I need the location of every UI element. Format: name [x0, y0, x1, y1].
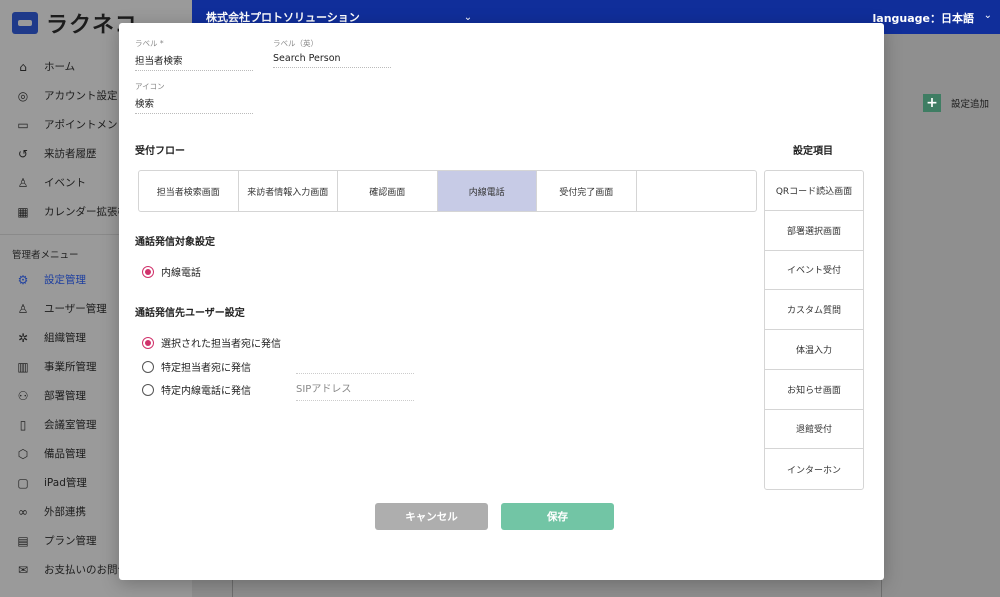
language-selector[interactable]: language：日本語 [873, 10, 975, 26]
link-icon: ∞ [18, 504, 28, 519]
settings-item-event[interactable]: イベント受付 [765, 251, 863, 291]
radio-label: 特定担当者宛に発信 [161, 363, 251, 374]
flow-step-person-search[interactable]: 担当者検索画面 [139, 171, 239, 211]
sidebar-item-label: 事業所管理 [44, 361, 97, 373]
id-card-icon: ▭ [17, 117, 29, 132]
sidebar-item-label: 備品管理 [44, 448, 86, 460]
flow-step-extension-call[interactable]: 内線電話 [437, 171, 537, 211]
radio-label: 内線電話 [161, 268, 201, 279]
sidebar-item-label: iPad管理 [44, 477, 87, 489]
mail-icon: ✉ [17, 562, 29, 577]
sidebar-item-label: アカウント設定 [44, 90, 118, 102]
sidebar-item-label: アポイントメント [44, 119, 128, 131]
label-en-field-label: ラベル（英） [273, 39, 318, 48]
save-button[interactable]: 保存 [501, 503, 614, 530]
flow-step-visitor-info[interactable]: 来訪者情報入力画面 [239, 171, 338, 211]
call-user-heading: 通話発信先ユーザー設定 [135, 308, 245, 319]
group-icon: ⚇ [17, 388, 29, 403]
settings-item-checkout[interactable]: 退館受付 [765, 410, 863, 450]
add-setting-label: 設定追加 [950, 99, 989, 110]
settings-items-list: QRコード読込画面 部署選択画面 イベント受付 カスタム質問 体温入力 お知らせ… [764, 170, 864, 490]
background-card [232, 578, 882, 597]
label-en-field-value: Search Person [273, 53, 341, 64]
settings-item-notice[interactable]: お知らせ画面 [765, 370, 863, 410]
sidebar-item-label: 外部連携 [44, 506, 86, 518]
radio-selected-person[interactable]: 選択された担当者宛に発信 [142, 335, 281, 350]
sidebar-item-label: ホーム [44, 61, 76, 73]
flow-step-confirm[interactable]: 確認画面 [338, 171, 438, 211]
radio-specific-person[interactable]: 特定担当者宛に発信 [142, 359, 251, 374]
person-add-icon: ♙ [17, 301, 29, 316]
box-icon: ⬡ [17, 446, 29, 461]
flow-step-empty-slot[interactable] [637, 171, 757, 211]
icon-field-value: 検索 [135, 99, 155, 110]
sidebar-item-label: 来訪者履歴 [44, 148, 97, 160]
radio-label: 選択された担当者宛に発信 [161, 339, 281, 350]
card-icon: ▤ [17, 533, 29, 548]
radio-checked-icon[interactable] [142, 265, 154, 278]
sidebar-item-label: 組織管理 [44, 332, 86, 344]
sidebar-item-label: プラン管理 [44, 535, 97, 547]
call-target-heading: 通話発信対象設定 [135, 237, 215, 248]
account-circle-icon: ◎ [17, 88, 29, 103]
sidebar-item-label: イベント [44, 177, 86, 189]
radio-unchecked-icon[interactable] [142, 383, 154, 396]
icon-field-label: アイコン [135, 82, 165, 91]
settings-item-department[interactable]: 部署選択画面 [765, 211, 863, 251]
radio-specific-extension[interactable]: 特定内線電話に発信 [142, 382, 251, 397]
edit-setting-modal: ラベル * 担当者検索 ラベル（英） Search Person アイコン 検索… [119, 23, 884, 580]
building-icon: ▥ [17, 359, 29, 374]
settings-item-temperature[interactable]: 体温入力 [765, 330, 863, 370]
label-field-label: ラベル * [135, 39, 164, 48]
radio-checked-icon[interactable] [142, 336, 154, 349]
logo-cat-icon [12, 12, 38, 34]
label-field[interactable]: ラベル * 担当者検索 [135, 38, 253, 71]
sip-address-input[interactable] [296, 373, 414, 401]
radio-extension-call[interactable]: 内線電話 [142, 264, 201, 279]
label-en-field[interactable]: ラベル（英） Search Person [273, 38, 391, 68]
reception-flow: 担当者検索画面 来訪者情報入力画面 確認画面 内線電話 受付完了画面 [138, 170, 757, 212]
radio-label: 特定内線電話に発信 [161, 386, 251, 397]
settings-items-heading: 設定項目 [793, 146, 833, 157]
add-setting-button[interactable]: + 設定追加 [922, 94, 989, 112]
gear-icon: ⚙ [17, 272, 29, 287]
cancel-button[interactable]: キャンセル [375, 503, 488, 530]
label-field-value: 担当者検索 [135, 56, 183, 67]
settings-item-intercom[interactable]: インターホン [765, 449, 863, 489]
history-icon: ↺ [17, 146, 29, 161]
person-icon: ♙ [17, 175, 29, 190]
chevron-down-icon[interactable]: ⌄ [984, 10, 992, 21]
plus-icon: + [922, 94, 941, 112]
settings-item-qr[interactable]: QRコード読込画面 [765, 171, 863, 211]
sidebar-item-label: ユーザー管理 [44, 303, 107, 315]
settings-item-custom-question[interactable]: カスタム質問 [765, 290, 863, 330]
door-icon: ▯ [19, 417, 27, 432]
radio-unchecked-icon[interactable] [142, 360, 154, 373]
home-icon: ⌂ [19, 59, 27, 74]
flow-step-complete[interactable]: 受付完了画面 [537, 171, 637, 211]
sidebar-item-label: 部署管理 [44, 390, 86, 402]
icon-field[interactable]: アイコン 検索 [135, 81, 253, 114]
flow-heading: 受付フロー [135, 146, 185, 157]
calendar-icon: ▦ [17, 204, 29, 219]
tablet-icon: ▢ [17, 475, 29, 490]
chevron-down-icon[interactable]: ⌄ [464, 12, 472, 23]
sidebar-item-label: 会議室管理 [44, 419, 97, 431]
organization-icon: ✲ [17, 330, 29, 345]
sidebar-item-label: 設定管理 [44, 274, 86, 286]
